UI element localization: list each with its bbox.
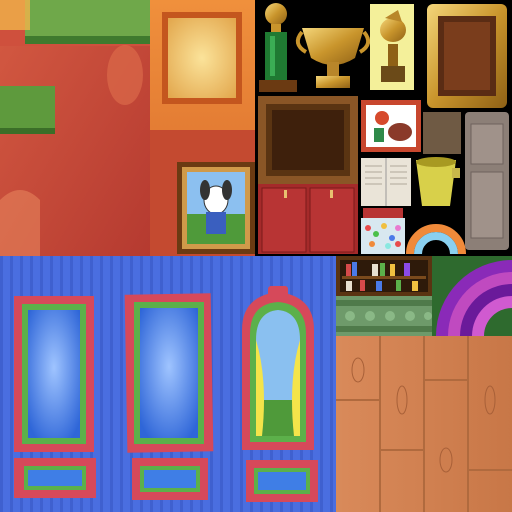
window-left	[14, 296, 96, 498]
window-middle	[124, 293, 214, 500]
bookshelf	[336, 256, 432, 296]
texture-atlas	[0, 0, 512, 512]
carved-molding	[336, 296, 432, 336]
bird-statue-plaque	[370, 4, 414, 90]
window-arched	[242, 286, 318, 502]
wood-panel	[423, 112, 461, 154]
framed-dog-portrait	[177, 162, 255, 254]
red-cabinet-doors	[258, 184, 358, 254]
open-book	[361, 158, 411, 206]
wood-floor-planks	[336, 336, 512, 512]
character-art-frame	[361, 100, 421, 152]
blue-striped-wall-with-windows	[0, 256, 336, 512]
atlas-canvas	[0, 0, 512, 512]
dark-wood-frame	[258, 96, 358, 184]
grey-door	[465, 112, 509, 250]
jar-of-candy	[361, 208, 405, 254]
ornate-gold-frame	[427, 4, 507, 108]
red-wall-with-shelves	[0, 0, 150, 256]
